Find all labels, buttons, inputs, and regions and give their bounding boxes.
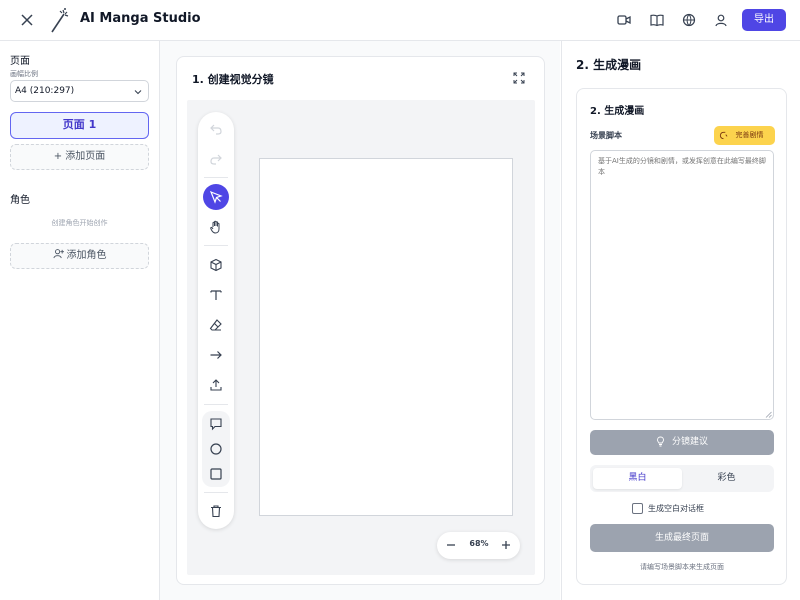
generate-heading: 2. 生成漫画 <box>576 58 642 72</box>
color-mode-toggle: 黑白 彩色 <box>590 465 774 492</box>
generate-hint: 请编写场景脚本来生成页面 <box>640 563 724 571</box>
video-icon[interactable] <box>616 12 632 28</box>
toolbar-divider <box>204 404 228 405</box>
add-page-button[interactable]: + 添加页面 <box>10 144 149 170</box>
app-title: AI Manga Studio <box>80 11 201 26</box>
add-user-icon <box>52 249 64 259</box>
3d-object-tool-button[interactable] <box>203 252 229 278</box>
storyboard-suggestion-button[interactable]: 分镜建议 <box>590 430 774 455</box>
close-icon[interactable] <box>18 11 36 29</box>
toolbar-divider <box>204 177 228 178</box>
redo-button[interactable] <box>203 146 229 172</box>
speech-bubble-icon <box>210 418 222 431</box>
upload-tool-button[interactable] <box>203 372 229 398</box>
generate-card: 2. 生成漫画 场景脚本 完善剧情 分镜建议 黑白 彩色 生成空白对话框 生成最… <box>576 88 787 585</box>
cube-icon <box>210 258 222 272</box>
export-button[interactable]: 导出 <box>742 9 786 31</box>
hand-icon <box>210 220 220 234</box>
generate-card-title: 2. 生成漫画 <box>590 106 645 117</box>
eraser-tool-button[interactable] <box>203 312 229 338</box>
storyboard-card: 1. 创建视觉分镜 68% <box>176 56 545 585</box>
drawing-toolbar <box>198 112 234 529</box>
hand-tool-button[interactable] <box>203 214 229 240</box>
lightbulb-icon <box>657 436 664 447</box>
scene-script-label: 场景脚本 <box>590 131 622 140</box>
refine-story-button[interactable]: 完善剧情 <box>714 126 775 145</box>
upload-icon <box>210 379 222 391</box>
text-tool-button[interactable] <box>203 282 229 308</box>
zoom-value: 68% <box>469 539 489 548</box>
mode-color[interactable]: 彩色 <box>682 468 771 489</box>
chevron-down-icon <box>134 90 142 95</box>
expand-icon[interactable] <box>513 72 525 84</box>
characters-section-title: 角色 <box>10 195 30 206</box>
aspect-ratio-label: 画幅比例 <box>10 70 38 78</box>
resize-handle-icon[interactable] <box>765 411 772 418</box>
top-bar: AI Manga Studio 导出 <box>0 0 800 41</box>
blank-bubbles-label: 生成空白对话框 <box>648 504 704 513</box>
globe-icon[interactable] <box>681 12 697 28</box>
redo-icon <box>210 154 222 165</box>
eraser-icon <box>209 319 222 331</box>
refine-icon <box>719 131 728 140</box>
mode-black-white[interactable]: 黑白 <box>593 468 682 489</box>
zoom-in-icon[interactable] <box>500 539 512 551</box>
delete-tool-button[interactable] <box>203 498 229 524</box>
left-sidebar: 页面 画幅比例 A4 (210:297) 页面 1 + 添加页面 角色 创建角色… <box>0 41 160 600</box>
add-character-label: 添加角色 <box>66 250 107 261</box>
undo-icon <box>210 124 222 135</box>
refine-story-label: 完善剧情 <box>735 131 764 139</box>
zoom-out-icon[interactable] <box>445 539 457 551</box>
undo-button[interactable] <box>203 116 229 142</box>
zoom-control: 68% <box>437 532 520 559</box>
text-icon <box>210 290 222 300</box>
book-icon[interactable] <box>649 12 665 28</box>
blank-bubbles-checkbox[interactable] <box>632 503 643 514</box>
trash-icon <box>211 505 221 518</box>
storyboard-area: 1. 创建视觉分镜 68% <box>160 41 560 600</box>
square-icon <box>210 468 222 480</box>
user-icon[interactable] <box>713 12 729 28</box>
canvas-area[interactable]: 68% <box>187 100 535 575</box>
aspect-ratio-value: A4 (210:297) <box>15 86 75 96</box>
scene-script-textarea[interactable] <box>590 150 774 420</box>
storyboard-title: 1. 创建视觉分镜 <box>192 73 274 86</box>
generate-final-page-button[interactable]: 生成最终页面 <box>590 524 774 552</box>
page-item-1[interactable]: 页面 1 <box>10 112 149 139</box>
arrow-tool-button[interactable] <box>203 342 229 368</box>
speech-bubble-tool-button[interactable] <box>203 411 229 437</box>
aspect-ratio-select[interactable]: A4 (210:297) <box>10 80 149 102</box>
manga-page-canvas[interactable] <box>259 158 513 516</box>
select-tool-button[interactable] <box>203 184 229 210</box>
magic-wand-icon <box>51 8 69 33</box>
toolbar-divider <box>204 492 228 493</box>
select-cursor-icon <box>209 190 223 204</box>
circle-icon <box>210 443 222 455</box>
add-character-button[interactable]: 添加角色 <box>10 243 149 269</box>
pages-section-title: 页面 <box>10 56 30 67</box>
characters-empty-hint: 创建角色开始创作 <box>51 219 108 227</box>
toolbar-divider <box>204 245 228 246</box>
generate-panel: 2. 生成漫画 2. 生成漫画 场景脚本 完善剧情 分镜建议 黑白 彩色 生成空… <box>561 41 800 600</box>
square-tool-button[interactable] <box>203 461 229 487</box>
circle-tool-button[interactable] <box>203 436 229 462</box>
arrow-icon <box>210 351 222 359</box>
